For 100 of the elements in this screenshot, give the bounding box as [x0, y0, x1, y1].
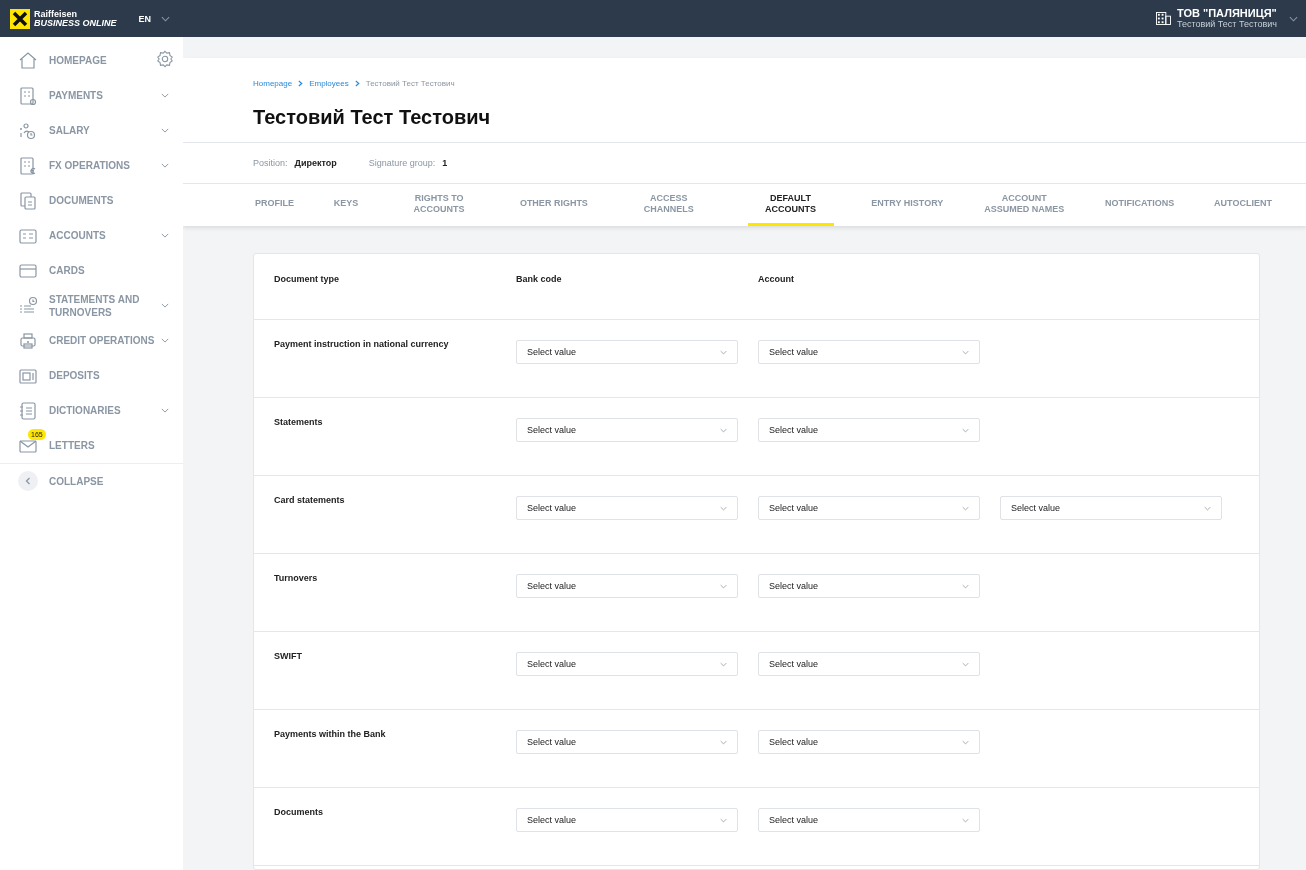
nav-item[interactable]: FX OPERATIONS [49, 159, 161, 172]
logo-text: BUSINESS ONLINE [34, 18, 117, 28]
book-icon [18, 400, 38, 421]
collapse-button[interactable]: COLLAPSE [49, 474, 104, 488]
document-icon [18, 85, 38, 106]
chevron-down-icon[interactable] [161, 338, 169, 343]
chevron-down-icon[interactable] [161, 163, 169, 168]
chevron-down-icon [720, 505, 727, 511]
chevron-down-icon [962, 661, 969, 667]
user-name[interactable]: Тестовий Тест Тестович [1177, 18, 1277, 30]
printer-icon [18, 330, 38, 351]
select-field[interactable]: Select value [758, 574, 980, 598]
nav-item[interactable]: CREDIT OPERATIONS [49, 334, 161, 347]
chevron-down-icon [720, 817, 727, 823]
field-label: Position: [253, 158, 288, 168]
column-header: Account [758, 274, 795, 286]
company-name[interactable]: ТОВ "ПАЛЯНИЦЯ" [1177, 7, 1277, 19]
chevron-down-icon[interactable] [161, 93, 169, 98]
select-field[interactable]: Select value [516, 652, 738, 676]
logo-icon [10, 8, 30, 29]
documents-icon [18, 190, 38, 211]
chevron-down-icon [720, 427, 727, 433]
nav-item[interactable]: SALARY [49, 124, 161, 137]
select-field[interactable]: Select value [758, 730, 980, 754]
tab[interactable]: PROFILE [252, 184, 296, 226]
table-cell-text: Statements [274, 417, 324, 427]
select-field[interactable]: Select value [758, 418, 980, 442]
nav-item[interactable]: CARDS [49, 264, 169, 277]
select-field[interactable]: Select value [516, 496, 738, 520]
tab[interactable]: ACCESS CHANNELS [625, 184, 712, 226]
select-field[interactable]: Select value [758, 652, 980, 676]
chevron-left-icon[interactable] [18, 471, 38, 491]
list-clock-icon [18, 295, 38, 316]
chevron-down-icon [962, 817, 969, 823]
tab[interactable]: RIGHTS TO ACCOUNTS [396, 184, 483, 226]
breadcrumb-current: Тестовий Тест Тестович [365, 79, 455, 88]
chevron-down-icon[interactable] [1289, 15, 1298, 22]
chevron-down-icon[interactable] [161, 233, 169, 238]
chevron-down-icon [1204, 505, 1211, 511]
chevron-down-icon [720, 661, 727, 667]
nav-item[interactable]: DICTIONARIES [49, 404, 161, 417]
tab[interactable]: DEFAULT ACCOUNTS [747, 184, 834, 226]
settings-icon[interactable] [156, 50, 174, 68]
chevron-down-icon [720, 739, 727, 745]
building-icon [1156, 12, 1171, 25]
table-cell-text: Turnovers [274, 573, 319, 583]
chevron-down-icon [962, 505, 969, 511]
logo-text: Raiffeisen [34, 9, 78, 19]
language-selector[interactable]: EN [138, 13, 171, 24]
chevron-right-icon [354, 80, 360, 87]
select-field[interactable]: Select value [516, 340, 738, 364]
table-cell-text: Card statements [274, 495, 346, 505]
nav-item[interactable]: ACCOUNTS [49, 229, 161, 242]
tab[interactable]: ACCOUNT ASSUMED NAMES [981, 184, 1068, 226]
people-icon [18, 120, 38, 141]
chevron-down-icon [962, 739, 969, 745]
select-field[interactable]: Select value [516, 418, 738, 442]
field-value: Директор [294, 158, 337, 168]
table-cell-text: Payments within the Bank [274, 729, 387, 739]
column-header: Bank code [516, 274, 563, 286]
nav-item[interactable]: PAYMENTS [49, 89, 161, 102]
chevron-right-icon [298, 80, 304, 87]
nav-item[interactable]: HOMEPAGE [49, 54, 169, 67]
logo[interactable]: Raiffeisen BUSINESS ONLINE [10, 8, 117, 29]
select-field[interactable]: Select value [516, 808, 738, 832]
document-icon [18, 155, 38, 176]
nav-item[interactable]: DEPOSITS [49, 369, 169, 382]
field-value: 1 [442, 158, 448, 168]
field-label: Signature group: [368, 158, 436, 168]
nav-item[interactable]: STATEMENTS AND TURNOVERS [49, 292, 161, 319]
select-field[interactable]: Select value [758, 496, 980, 520]
select-field[interactable]: Select value [1000, 496, 1222, 520]
column-header: Document type [274, 274, 340, 286]
page-title: Тестовий Тест Тестович [253, 106, 492, 130]
select-field[interactable]: Select value [758, 808, 980, 832]
chevron-down-icon [161, 15, 171, 22]
tab[interactable]: NOTIFICATIONS [1102, 184, 1177, 226]
table-cell-text: Documents [274, 807, 324, 817]
home-icon [18, 50, 38, 71]
select-field[interactable]: Select value [758, 340, 980, 364]
table-cell-text: Payment instruction in national currency [274, 339, 450, 349]
select-field[interactable]: Select value [516, 730, 738, 754]
chevron-down-icon [720, 583, 727, 589]
chevron-down-icon [720, 349, 727, 355]
chevron-down-icon[interactable] [161, 303, 169, 308]
tab[interactable]: KEYS [331, 184, 361, 226]
nav-item[interactable]: DOCUMENTS [49, 194, 169, 207]
chevron-down-icon[interactable] [161, 128, 169, 133]
chevron-down-icon [962, 583, 969, 589]
select-field[interactable]: Select value [516, 574, 738, 598]
table-cell-text: SWIFT [274, 651, 303, 661]
chevron-down-icon[interactable] [161, 408, 169, 413]
chevron-down-icon [962, 349, 969, 355]
nav-item[interactable]: LETTERS [49, 439, 169, 452]
breadcrumb-link[interactable]: Employees [309, 79, 349, 88]
chevron-down-icon [962, 427, 969, 433]
breadcrumb-link[interactable]: Homepage [253, 79, 293, 88]
tab[interactable]: ENTRY HISTORY [869, 184, 946, 226]
tab[interactable]: AUTOCLIENT [1212, 184, 1274, 226]
tab[interactable]: OTHER RIGHTS [517, 184, 590, 226]
